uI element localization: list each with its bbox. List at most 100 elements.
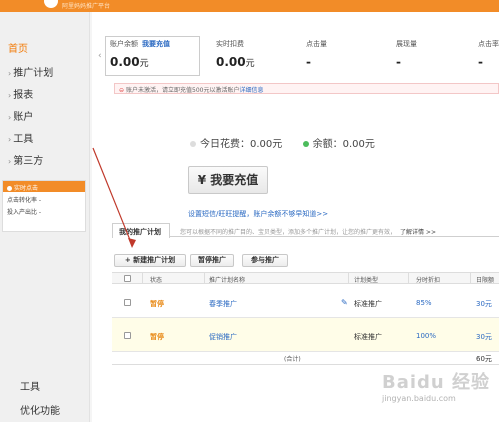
- join-campaign-button[interactable]: 参与推广: [242, 254, 288, 267]
- realtime-deduction-value: 0.00: [216, 55, 246, 69]
- realtime-click-panel: 实时点击 点击转化率 - 投入产出比 -: [2, 180, 86, 232]
- sidebar-item-home[interactable]: 首页: [8, 40, 28, 55]
- chevron-right-icon: ›: [8, 113, 12, 122]
- sidebar-item-label: 第三方: [13, 156, 44, 167]
- click-count-value: -: [306, 55, 311, 69]
- impression-count-label: 展现量: [396, 40, 417, 48]
- main-content: ‹ 账户余额 我要充值 0.00元 实时扣费 0.00元 点击量 - 展现量 - …: [92, 12, 499, 422]
- chevron-right-icon: ›: [8, 69, 12, 78]
- top-header-bar: 阿里妈妈推广平台: [0, 0, 499, 12]
- account-balance-value: 0.00: [110, 55, 140, 69]
- row-type: 标准推广: [354, 300, 382, 308]
- spend-summary: 今日花费：0.00元 余额：0.00元: [190, 135, 375, 150]
- unit-label: 元: [245, 59, 255, 69]
- row-status: 暂停: [150, 300, 164, 308]
- column-divider: [470, 273, 471, 284]
- account-stats-bar: ‹ 账户余额 我要充值 0.00元 实时扣费 0.00元 点击量 - 展现量 - …: [98, 36, 499, 84]
- sidebar-bottom-tools[interactable]: 工具: [20, 378, 40, 393]
- column-header-discount: 分时折扣: [416, 277, 441, 284]
- row-type: 标准推广: [354, 333, 382, 341]
- sidebar-item-campaigns[interactable]: › 推广计划: [8, 64, 53, 79]
- column-divider: [142, 273, 143, 284]
- watermark-logo: Baidu 经验: [382, 372, 491, 393]
- row-checkbox[interactable]: [124, 299, 131, 306]
- row-checkbox[interactable]: [124, 332, 131, 339]
- sidebar-item-label: 推广计划: [13, 68, 54, 79]
- table-header: 状态 推广计划名称 计划类型 分时折扣 日限额: [112, 272, 499, 284]
- realtime-panel-title: 实时点击: [14, 185, 39, 192]
- watermark-url: jingyan.baidu.com: [382, 394, 456, 403]
- realtime-panel-header: 实时点击: [3, 181, 85, 192]
- today-spend-value: 0.00元: [250, 139, 283, 150]
- activation-notice-text: 账户未激活，请立即充值500元以激活账户: [126, 87, 240, 94]
- sidebar-item-label: 工具: [13, 134, 34, 145]
- logo-text: 阿里妈妈推广平台: [62, 3, 111, 10]
- gray-dot-icon: [190, 141, 196, 147]
- chevron-left-icon[interactable]: ‹: [98, 51, 102, 61]
- row-campaign-name[interactable]: 促销推广: [209, 332, 237, 342]
- new-campaign-button[interactable]: + 新建推广计划: [114, 254, 186, 267]
- click-count: 点击量 -: [306, 39, 327, 69]
- row-daily-limit[interactable]: 30元: [476, 299, 492, 309]
- column-header-name: 推广计划名称: [209, 277, 246, 284]
- row-campaign-name[interactable]: 春季推广: [209, 299, 237, 309]
- today-spend-label: 今日花费：: [200, 139, 250, 150]
- sidebar-item-label: 首页: [8, 44, 28, 55]
- chevron-right-icon: ›: [8, 91, 12, 100]
- sidebar-item-third-party[interactable]: › 第三方: [8, 152, 43, 167]
- sidebar-item-tools[interactable]: › 工具: [8, 130, 33, 145]
- warning-icon: ⊖: [119, 87, 125, 94]
- sidebar-bottom-optimize[interactable]: 优化功能: [20, 402, 60, 417]
- clock-icon: [7, 186, 12, 191]
- column-header-status: 状态: [150, 277, 163, 284]
- impression-count-value: -: [396, 55, 401, 69]
- campaign-table: 状态 推广计划名称 计划类型 分时折扣 日限额 暂停 春季推广 ✎ 标准推广 8…: [112, 272, 499, 372]
- remaining-balance-value: 0.00元: [342, 139, 375, 150]
- table-row: 暂停 春季推广 ✎ 标准推广 85% 30元: [112, 284, 499, 318]
- row-discount[interactable]: 100%: [416, 332, 436, 340]
- unit-label: 元: [139, 59, 149, 69]
- column-divider: [204, 273, 205, 284]
- sidebar-item-label: 账户: [13, 112, 34, 123]
- remaining-balance-label: 余额：: [312, 139, 343, 150]
- baidu-watermark: Baidu 经验 jingyan.baidu.com: [382, 368, 497, 420]
- activation-notice: ⊖ 账户未激活，请立即充值500元以激活账户详细信息: [114, 83, 499, 94]
- sidebar-item-reports[interactable]: › 报表: [8, 86, 33, 101]
- row-status: 暂停: [150, 333, 164, 341]
- pause-campaign-button[interactable]: 暂停推广: [190, 254, 234, 267]
- conversion-rate-row: 点击转化率 -: [7, 197, 42, 204]
- table-total-row: (合计) 60元: [112, 352, 499, 365]
- notice-detail-link[interactable]: 详细信息: [239, 87, 263, 94]
- table-row: 暂停 促销推广 标准推广 100% 30元: [112, 318, 499, 352]
- recharge-button[interactable]: ¥ 我要充值: [188, 166, 268, 194]
- total-daily-limit: 60元: [476, 355, 492, 363]
- setup-alert-link[interactable]: 设置短信/旺旺提醒，账户余额不够早知道>>: [188, 209, 328, 219]
- campaign-tabs: 我的推广计划 您可以根据不同的推广目的、宝贝类型，添加多个推广计划，让您的推广更…: [112, 220, 499, 238]
- sidebar-item-account[interactable]: › 账户: [8, 108, 33, 123]
- click-rate: 点击率 -: [478, 39, 499, 69]
- account-balance-label: 账户余额: [110, 40, 138, 48]
- row-daily-limit[interactable]: 30元: [476, 332, 492, 342]
- impression-count: 展现量 -: [396, 39, 417, 69]
- sidebar-item-label: 报表: [13, 90, 34, 101]
- roi-row: 投入产出比 -: [7, 209, 42, 216]
- click-count-label: 点击量: [306, 40, 327, 48]
- chevron-right-icon: ›: [8, 135, 12, 144]
- row-discount[interactable]: 85%: [416, 299, 432, 307]
- account-balance: 账户余额 我要充值 0.00元: [110, 39, 170, 69]
- click-rate-value: -: [478, 55, 483, 69]
- recharge-link[interactable]: 我要充值: [142, 40, 170, 48]
- total-label: (合计): [284, 356, 301, 363]
- edit-icon[interactable]: ✎: [341, 298, 348, 307]
- green-dot-icon: [302, 141, 309, 147]
- column-divider: [348, 273, 349, 284]
- click-rate-label: 点击率: [478, 40, 499, 48]
- column-header-type: 计划类型: [354, 277, 379, 284]
- logo-icon[interactable]: [44, 0, 58, 8]
- learn-more-link[interactable]: 了解详情 >>: [400, 229, 436, 236]
- select-all-checkbox[interactable]: [124, 275, 131, 282]
- chevron-right-icon: ›: [8, 157, 12, 166]
- tab-my-campaigns[interactable]: 我的推广计划: [112, 223, 170, 238]
- tab-hint: 您可以根据不同的推广目的、宝贝类型，添加多个推广计划，让您的推广更有效， 了解详情…: [180, 227, 436, 236]
- sidebar: 首页 › 推广计划 › 报表 › 账户 › 工具 › 第三方 实时点击 点击转化率 - 投…: [0, 12, 90, 422]
